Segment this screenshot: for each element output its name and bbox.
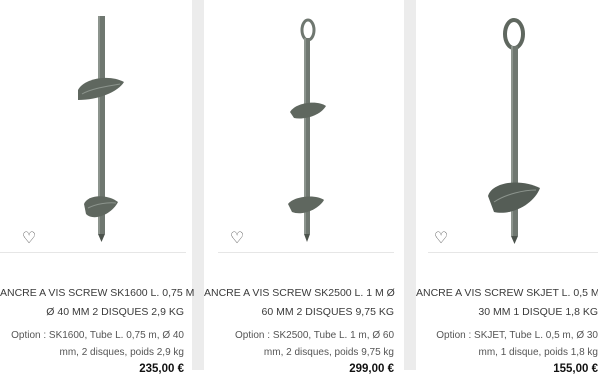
wishlist-heart-icon[interactable]: ♡ bbox=[228, 230, 246, 248]
screw-anchor-image bbox=[78, 16, 124, 242]
product-price: 299,00 € bbox=[349, 363, 394, 375]
product-desc-line1: Option : SK1600, Tube L. 0,75 m, Ø 40 bbox=[11, 330, 184, 341]
product-card-skjet[interactable]: ♡ ANCRE A VIS SCREW SKJET L. 0,5 M Ø 30 … bbox=[416, 8, 598, 375]
product-price: 155,00 € bbox=[553, 363, 598, 375]
product-image[interactable] bbox=[416, 8, 598, 246]
product-desc-line2: mm, 2 disques, poids 9,75 kg bbox=[263, 347, 394, 358]
product-price: 235,00 € bbox=[139, 363, 184, 375]
product-desc-line2: mm, 2 disques, poids 2,9 kg bbox=[59, 347, 184, 358]
product-description: Option : SKJET, Tube L. 0,5 m, Ø 30 mm, … bbox=[416, 327, 598, 361]
grid-gutter bbox=[404, 0, 416, 370]
card-divider bbox=[428, 252, 598, 253]
product-description: Option : SK1600, Tube L. 0,75 m, Ø 40 mm… bbox=[0, 327, 192, 361]
product-title-line1[interactable]: ANCRE A VIS SCREW SK2500 L. 1 M Ø bbox=[204, 284, 404, 303]
product-image[interactable] bbox=[0, 8, 192, 246]
product-desc-line2: mm, 1 disque, poids 1,8 kg bbox=[478, 347, 598, 358]
product-title-line1[interactable]: ANCRE A VIS SCREW SK1600 L. 0,75 M bbox=[0, 284, 194, 303]
product-title-line2[interactable]: 60 MM 2 DISQUES 9,75 KG bbox=[204, 303, 404, 322]
product-title[interactable]: ANCRE A VIS SCREW SK1600 L. 0,75 M Ø 40 … bbox=[0, 284, 194, 322]
product-title-line2[interactable]: Ø 40 MM 2 DISQUES 2,9 KG bbox=[0, 303, 192, 322]
wishlist-heart-icon[interactable]: ♡ bbox=[432, 230, 450, 248]
card-divider bbox=[0, 252, 186, 253]
product-description: Option : SK2500, Tube L. 1 m, Ø 60 mm, 2… bbox=[204, 327, 404, 361]
product-title[interactable]: ANCRE A VIS SCREW SK2500 L. 1 M Ø 60 MM … bbox=[204, 284, 404, 322]
wishlist-heart-icon[interactable]: ♡ bbox=[20, 230, 38, 248]
product-grid: ♡ ANCRE A VIS SCREW SK1600 L. 0,75 M Ø 4… bbox=[0, 0, 598, 375]
product-title-line1[interactable]: ANCRE A VIS SCREW SKJET L. 0,5 M Ø bbox=[416, 284, 598, 303]
grid-gutter bbox=[192, 0, 204, 370]
product-title[interactable]: ANCRE A VIS SCREW SKJET L. 0,5 M Ø 30 MM… bbox=[416, 284, 598, 322]
card-divider bbox=[218, 252, 394, 253]
screw-anchor-image bbox=[488, 18, 540, 244]
screw-anchor-image bbox=[288, 18, 326, 242]
product-desc-line1: Option : SKJET, Tube L. 0,5 m, Ø 30 bbox=[436, 330, 598, 341]
product-image[interactable] bbox=[204, 8, 404, 246]
product-card-sk2500[interactable]: ♡ ANCRE A VIS SCREW SK2500 L. 1 M Ø 60 M… bbox=[204, 8, 404, 375]
product-desc-line1: Option : SK2500, Tube L. 1 m, Ø 60 bbox=[235, 330, 394, 341]
product-card-sk1600[interactable]: ♡ ANCRE A VIS SCREW SK1600 L. 0,75 M Ø 4… bbox=[0, 8, 194, 375]
product-title-line2[interactable]: 30 MM 1 DISQUE 1,8 KG bbox=[416, 303, 598, 322]
